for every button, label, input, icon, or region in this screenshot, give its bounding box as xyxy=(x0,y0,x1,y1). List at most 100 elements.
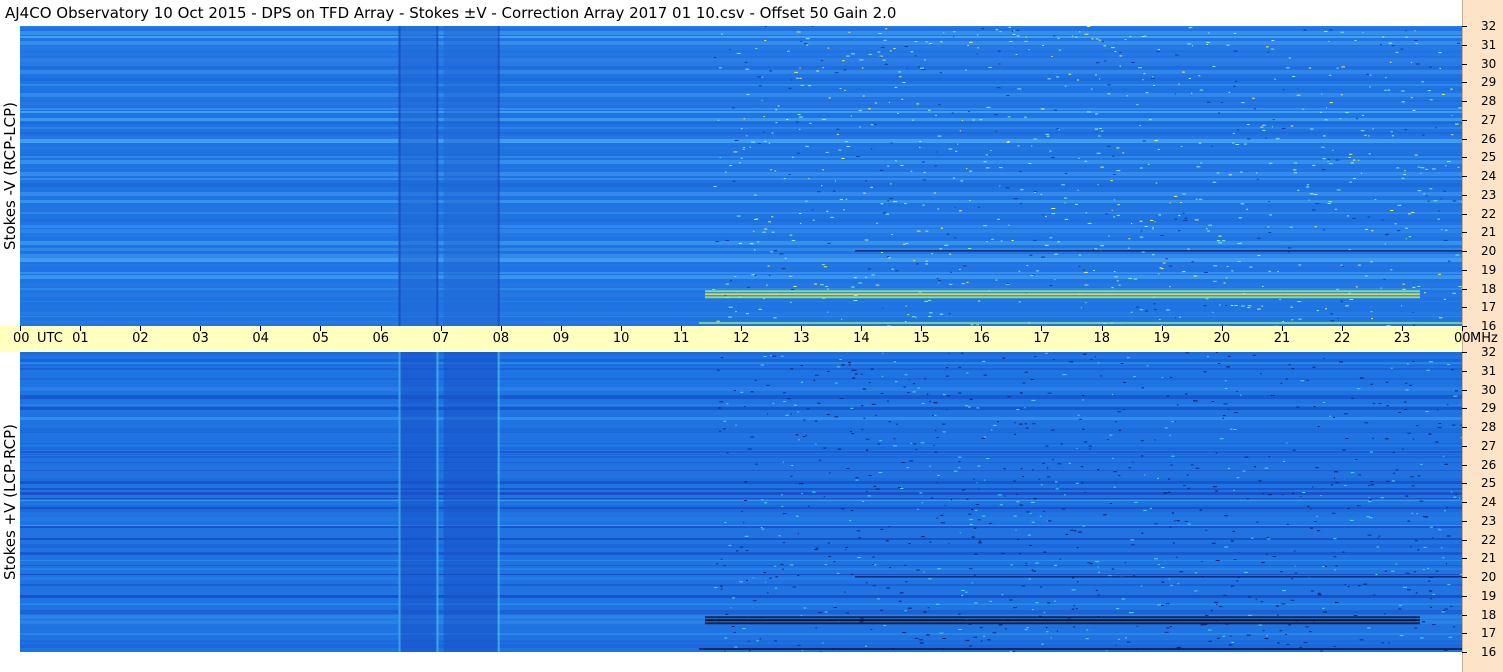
noise-speck xyxy=(1187,487,1190,489)
noise-speck xyxy=(942,423,946,425)
noise-speck xyxy=(999,185,1001,187)
noise-speck xyxy=(1292,492,1295,494)
noise-speck xyxy=(953,470,958,472)
noise-speck xyxy=(822,642,824,644)
noise-speck xyxy=(905,305,907,307)
noise-speck xyxy=(937,568,942,570)
noise-speck xyxy=(1368,485,1370,486)
noise-speck xyxy=(1095,38,1099,40)
noise-speck xyxy=(1084,33,1089,35)
noise-speck xyxy=(828,555,832,557)
noise-speck xyxy=(846,612,849,614)
noise-speck xyxy=(795,434,799,436)
gap-column xyxy=(398,26,438,326)
noise-speck xyxy=(1415,592,1418,594)
noise-speck xyxy=(722,428,727,430)
noise-speck xyxy=(948,148,953,150)
noise-speck xyxy=(736,52,741,54)
noise-speck xyxy=(1244,143,1247,145)
utc-tick-mark xyxy=(801,326,803,331)
noise-speck xyxy=(1059,558,1062,560)
noise-speck xyxy=(944,505,946,506)
noise-speck xyxy=(746,286,751,288)
noise-speck xyxy=(977,519,981,521)
noise-speck xyxy=(1455,123,1459,125)
frequency-band xyxy=(20,122,1462,124)
noise-speck xyxy=(1327,203,1331,204)
noise-speck xyxy=(791,289,795,290)
noise-speck xyxy=(1334,477,1336,479)
noise-speck xyxy=(1099,78,1101,80)
noise-speck xyxy=(1326,107,1327,109)
noise-speck xyxy=(1171,512,1174,514)
noise-speck xyxy=(725,613,729,615)
noise-speck xyxy=(1260,126,1264,128)
noise-speck xyxy=(771,132,774,134)
noise-speck xyxy=(763,356,767,357)
noise-speck xyxy=(1260,601,1264,603)
noise-speck xyxy=(1071,608,1075,610)
noise-speck xyxy=(904,374,908,376)
noise-speck xyxy=(1212,486,1217,488)
noise-speck xyxy=(744,406,746,407)
frequency-band xyxy=(20,89,1462,90)
noise-speck xyxy=(761,528,765,530)
noise-speck xyxy=(1198,75,1201,77)
noise-speck xyxy=(868,382,871,383)
noise-speck xyxy=(768,274,771,276)
frequency-tick-mark xyxy=(1462,389,1467,391)
noise-speck xyxy=(1421,81,1424,83)
noise-speck xyxy=(1068,73,1072,75)
noise-speck xyxy=(1014,433,1016,435)
noise-speck xyxy=(1438,52,1442,54)
noise-speck xyxy=(919,141,922,142)
noise-speck xyxy=(1367,627,1371,629)
noise-speck xyxy=(750,436,755,438)
noise-speck xyxy=(881,46,885,48)
noise-speck xyxy=(1352,178,1356,179)
noise-speck xyxy=(1191,464,1194,466)
noise-speck xyxy=(919,639,923,641)
noise-speck xyxy=(762,131,765,133)
noise-speck xyxy=(766,384,770,386)
noise-speck xyxy=(1198,198,1203,200)
noise-speck xyxy=(1205,298,1209,300)
noise-speck xyxy=(800,381,803,383)
frequency-tick-mark xyxy=(1462,213,1467,215)
noise-speck xyxy=(1280,382,1283,384)
noise-speck xyxy=(1111,287,1114,289)
noise-speck xyxy=(1090,358,1093,360)
noise-speck xyxy=(1291,578,1294,580)
noise-speck xyxy=(1211,145,1213,147)
noise-speck xyxy=(1212,280,1217,282)
noise-speck xyxy=(1088,445,1092,447)
noise-speck xyxy=(934,165,937,167)
noise-speck xyxy=(912,119,915,121)
noise-speck xyxy=(901,98,904,100)
noise-speck xyxy=(887,165,890,167)
noise-speck xyxy=(1337,318,1339,320)
noise-speck xyxy=(1444,463,1448,465)
noise-speck xyxy=(1167,491,1171,493)
noise-speck xyxy=(1223,594,1227,596)
noise-speck xyxy=(1174,93,1176,95)
noise-speck xyxy=(827,242,831,244)
noise-speck xyxy=(1328,163,1333,165)
frequency-band xyxy=(20,172,1462,176)
noise-speck xyxy=(859,59,864,61)
noise-speck xyxy=(720,33,723,35)
noise-speck xyxy=(1335,482,1340,484)
noise-speck xyxy=(1153,85,1155,86)
noise-speck xyxy=(928,299,932,301)
noise-speck xyxy=(902,632,907,634)
frequency-tick-mark xyxy=(1462,539,1467,541)
noise-speck xyxy=(1061,184,1065,186)
noise-speck xyxy=(1042,214,1044,216)
noise-speck xyxy=(1247,614,1252,616)
noise-speck xyxy=(1061,508,1066,510)
noise-speck xyxy=(1410,546,1412,548)
noise-speck xyxy=(1125,637,1127,639)
noise-speck xyxy=(1452,200,1457,202)
noise-speck xyxy=(1380,287,1382,289)
noise-speck xyxy=(1296,94,1301,96)
